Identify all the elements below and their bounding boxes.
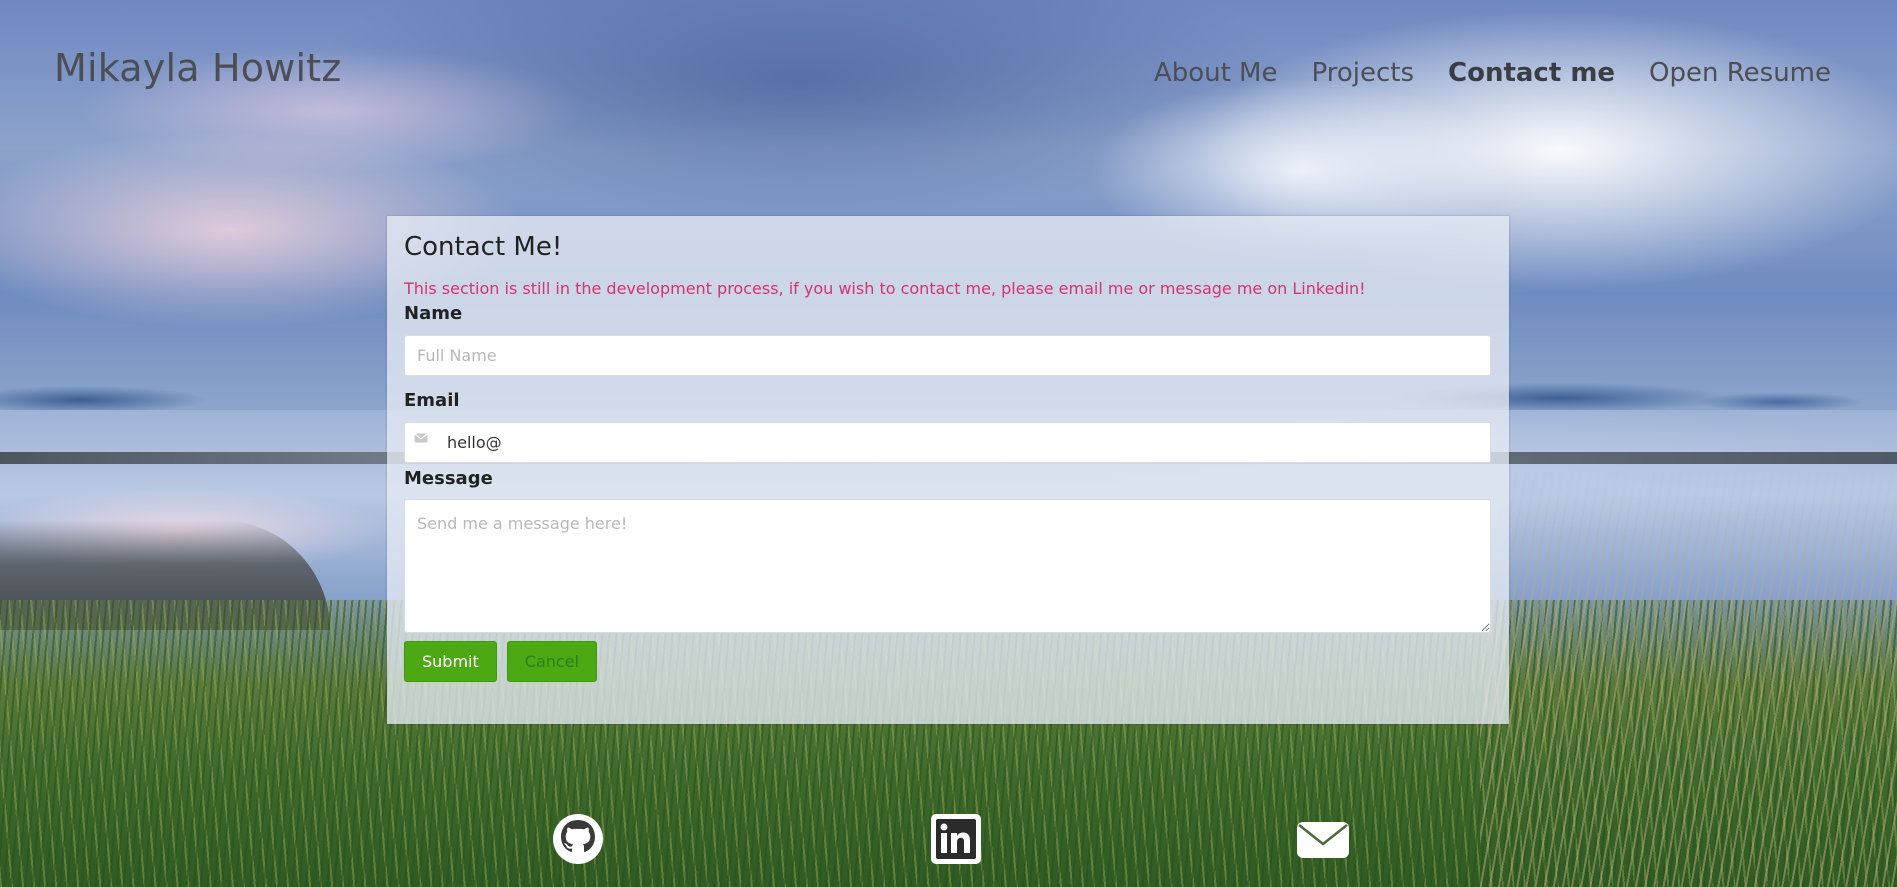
name-input[interactable] [404, 334, 1491, 376]
email-label: Email [404, 389, 460, 411]
cancel-button[interactable]: Cancel [506, 641, 597, 683]
nav-about-me[interactable]: About Me [1154, 58, 1278, 88]
main-nav: About Me Projects Contact me Open Resume [1154, 58, 1831, 88]
nav-open-resume[interactable]: Open Resume [1649, 58, 1831, 88]
envelope-icon [414, 433, 428, 443]
mail-icon[interactable] [1295, 812, 1351, 866]
message-label: Message [404, 467, 493, 489]
submit-button[interactable]: Submit [404, 641, 497, 683]
nav-projects[interactable]: Projects [1311, 58, 1414, 88]
development-notice: This section is still in the development… [404, 279, 1366, 299]
site-title[interactable]: Mikayla Howitz [54, 46, 342, 90]
name-label: Name [404, 303, 463, 325]
linkedin-icon[interactable] [929, 812, 983, 866]
email-field-wrapper [404, 421, 1491, 463]
message-textarea[interactable] [404, 499, 1491, 634]
nav-contact-me[interactable]: Contact me [1448, 58, 1615, 88]
github-icon[interactable] [551, 812, 605, 866]
background-reeds [1480, 470, 1897, 887]
contact-title: Contact Me! [404, 232, 563, 262]
form-buttons: Submit Cancel [404, 641, 1492, 683]
email-input[interactable] [404, 421, 1491, 463]
contact-form: Contact Me! This section is still in the… [387, 216, 1509, 724]
